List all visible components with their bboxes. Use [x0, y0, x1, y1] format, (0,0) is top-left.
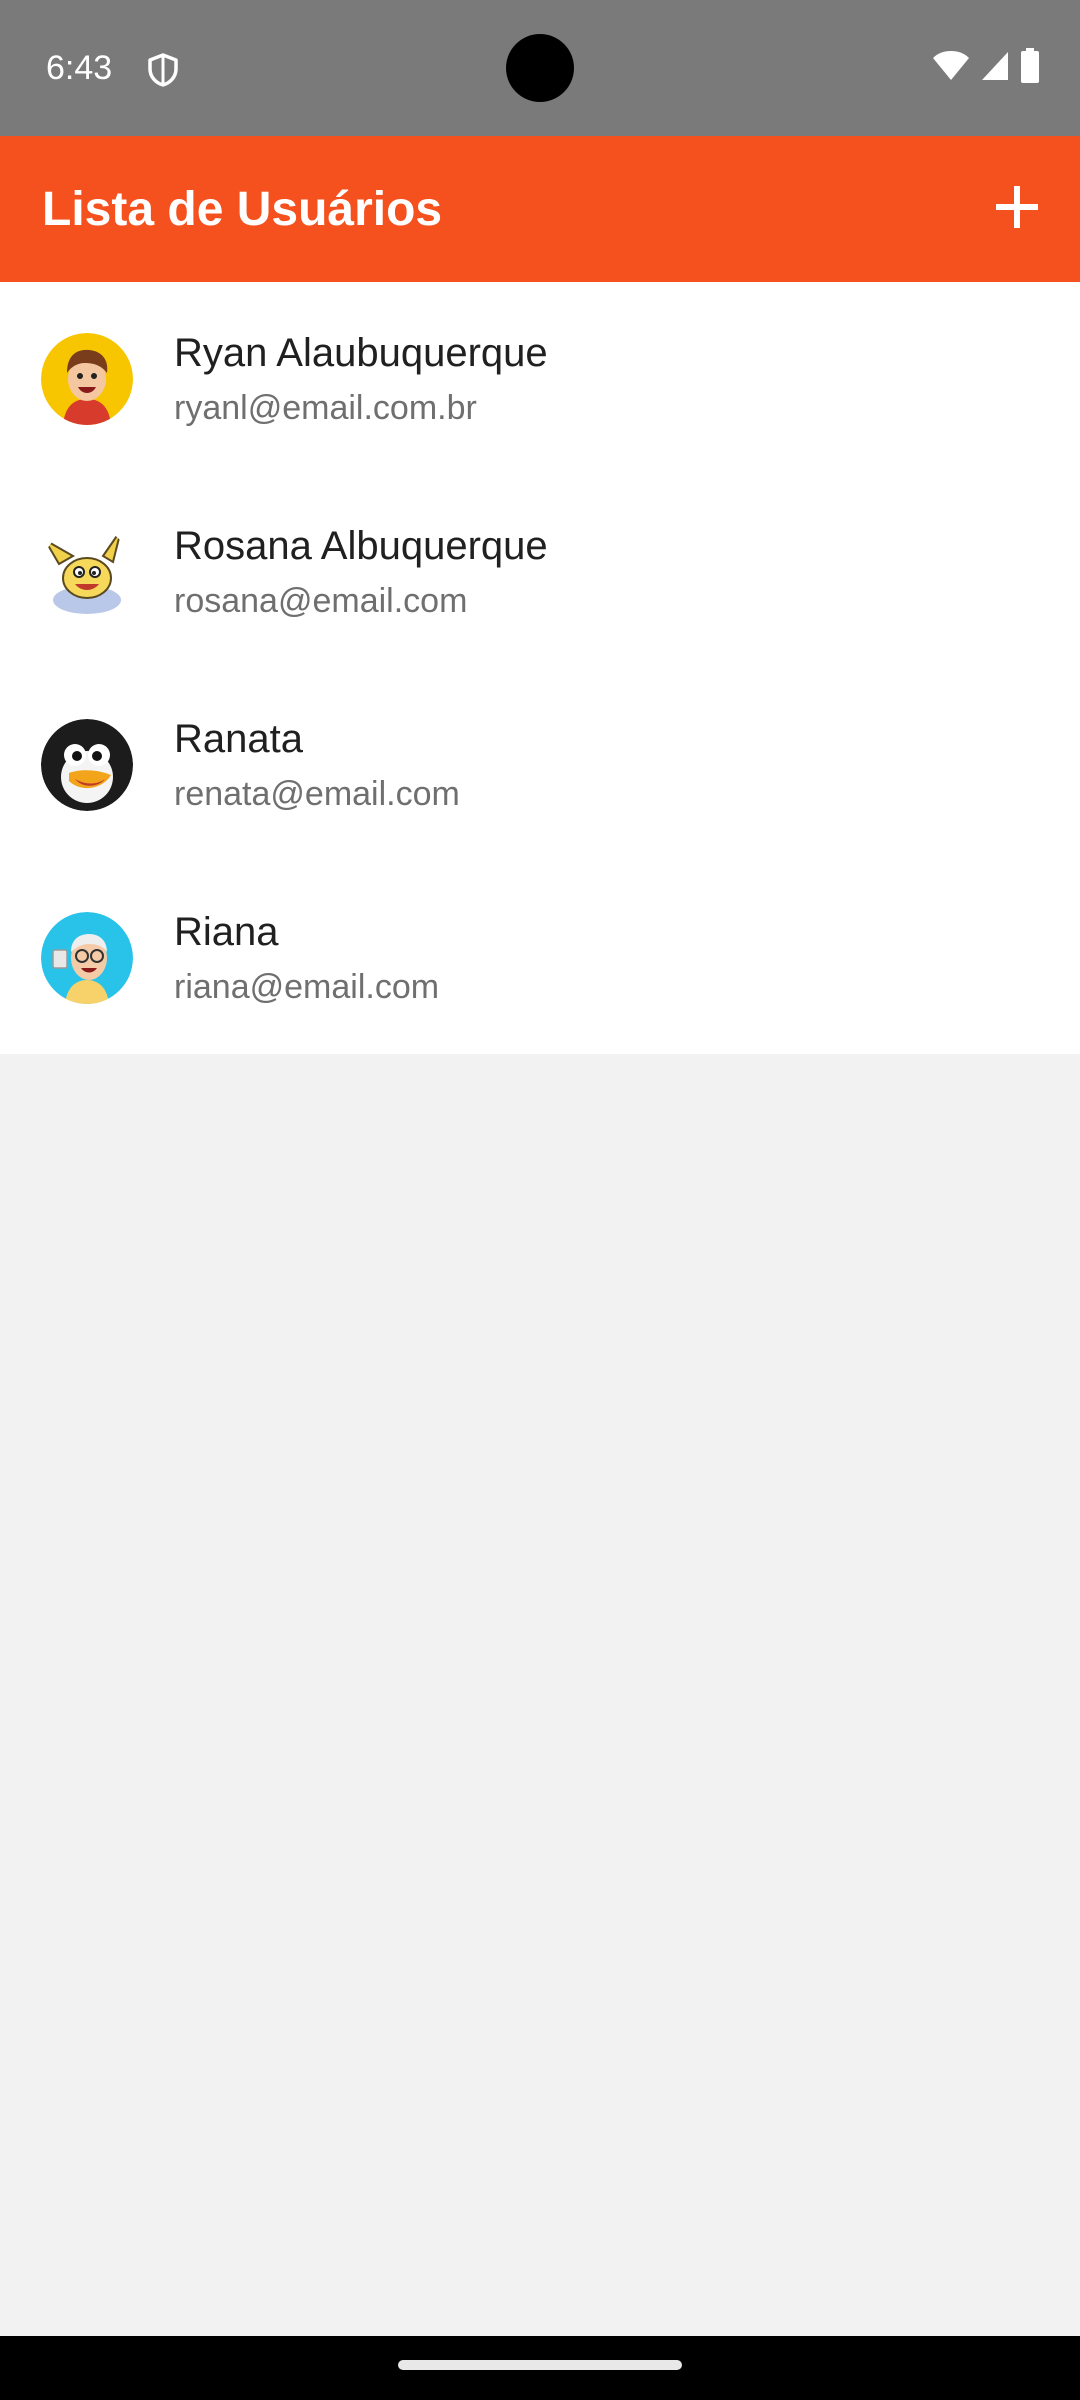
wifi-icon [932, 50, 970, 87]
cartoon-old-man-avatar [41, 911, 133, 1004]
cartoon-penguin-avatar [41, 718, 133, 811]
camera-cutout [506, 34, 574, 102]
battery-icon [1020, 47, 1040, 89]
plus-icon [996, 185, 1038, 233]
user-list-item[interactable]: Rosana Albuquerque rosana@email.com [0, 475, 1080, 668]
cartoon-boy-avatar [41, 332, 133, 425]
user-email: riana@email.com [174, 968, 440, 1006]
signal-icon [980, 50, 1010, 87]
user-name: Rosana Albuquerque [174, 524, 548, 568]
user-email: rosana@email.com [174, 582, 468, 620]
user-name: Ryan Alaubuquerque [174, 331, 548, 375]
add-user-button[interactable] [974, 166, 1060, 252]
app-bar: Lista de Usuários [0, 136, 1080, 282]
cartoon-rabbit-avatar [41, 525, 133, 618]
user-email: renata@email.com [174, 775, 460, 813]
shield-icon [146, 52, 180, 88]
user-list-item[interactable]: Ranata renata@email.com [0, 668, 1080, 861]
status-bar: 6:43 [0, 0, 1080, 136]
user-list: Ryan Alaubuquerque ryanl@email.com.br Ro… [0, 282, 1080, 1054]
user-name: Riana [174, 910, 279, 954]
user-email: ryanl@email.com.br [174, 389, 477, 427]
navigation-bar [0, 2336, 1080, 2400]
status-icons [932, 47, 1040, 89]
user-name: Ranata [174, 717, 303, 761]
page-title: Lista de Usuários [42, 183, 443, 236]
user-list-item[interactable]: Riana riana@email.com [0, 861, 1080, 1054]
status-time: 6:43 [46, 49, 113, 87]
home-indicator[interactable] [398, 2360, 682, 2370]
user-list-item[interactable]: Ryan Alaubuquerque ryanl@email.com.br [0, 282, 1080, 475]
